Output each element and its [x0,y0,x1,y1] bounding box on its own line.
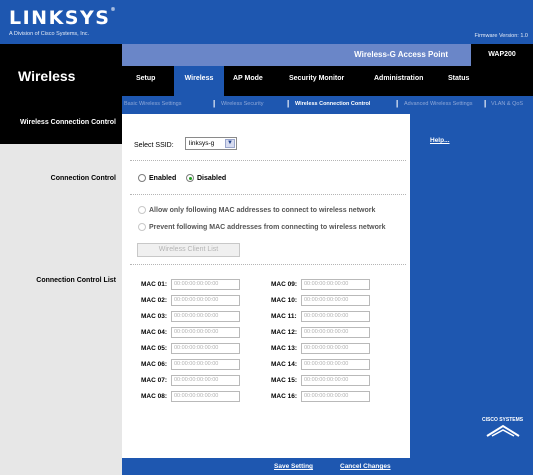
mac-label: MAC 01: [141,281,168,288]
cancel-button[interactable]: Cancel Changes [340,463,391,470]
connection-disabled-radio[interactable] [186,174,194,182]
connection-enabled-label: Enabled [149,175,177,182]
mac-label: MAC 10: [271,297,298,304]
mac-input[interactable]: 00:00:00:00:00:00 [301,391,370,402]
save-button[interactable]: Save Setting [274,463,313,470]
subtab-advanced-wireless[interactable]: Advanced Wireless Settings [404,101,472,107]
allow-mac-label: Allow only following MAC addresses to co… [149,207,376,214]
tab-wireless-label: Wireless [184,75,214,82]
firmware-version: Firmware Version: 1.0 [474,33,529,39]
divider [130,194,406,195]
mac-input[interactable]: 00:00:00:00:00:00 [301,375,370,386]
main-tabs: Setup Wireless AP Mode Security Monitor … [122,66,533,96]
mac-input[interactable]: 00:00:00:00:00:00 [171,391,240,402]
mac-input[interactable]: 00:00:00:00:00:00 [171,279,240,290]
connection-enabled-radio[interactable] [138,174,146,182]
ssid-label: Select SSID: [134,142,174,149]
model-number: WAP200 [471,44,533,66]
mac-input[interactable]: 00:00:00:00:00:00 [301,311,370,322]
subtab-separator: | [213,99,216,108]
tab-ap-mode[interactable]: AP Mode [233,75,263,82]
mac-input[interactable]: 00:00:00:00:00:00 [171,375,240,386]
divider [130,160,406,161]
wireless-client-list-button[interactable]: Wireless Client List [137,243,240,257]
page-heading: Wireless Connection Control [19,119,116,126]
connection-control-label: Connection Control [50,175,116,182]
mac-input[interactable]: 00:00:00:00:00:00 [301,327,370,338]
tab-wireless[interactable]: Wireless [174,66,224,96]
connection-control-list-label: Connection Control List [36,277,116,284]
logo-text: LINKSYS [9,7,111,29]
subtab-vlan-qos[interactable]: VLAN & QoS [491,101,523,107]
mac-input[interactable]: 00:00:00:00:00:00 [171,359,240,370]
mac-label: MAC 03: [141,313,168,320]
mac-label: MAC 05: [141,345,168,352]
section-title: Wireless [18,68,76,84]
allow-mac-radio[interactable] [138,206,146,214]
mac-input[interactable]: 00:00:00:00:00:00 [301,343,370,354]
chevron-down-icon[interactable]: ▼ [225,139,235,148]
mac-input[interactable]: 00:00:00:00:00:00 [171,295,240,306]
radio-selected-dot [189,177,192,180]
mac-label: MAC 07: [141,377,168,384]
mac-label: MAC 15: [271,377,298,384]
tab-administration[interactable]: Administration [374,75,423,82]
page-heading-box: Wireless Connection Control [0,114,122,144]
subtab-separator: | [287,99,290,108]
mac-input[interactable]: 00:00:00:00:00:00 [171,343,240,354]
mac-label: MAC 04: [141,329,168,336]
mac-label: MAC 06: [141,361,168,368]
subtab-wireless-security[interactable]: Wireless Security [221,101,263,107]
subtab-separator: | [484,99,487,108]
logo-subtitle: A Division of Cisco Systems, Inc. [9,31,90,37]
logo-trademark: ® [110,7,117,13]
top-header: LINKSYS® A Division of Cisco Systems, In… [0,0,533,44]
prevent-mac-label: Prevent following MAC addresses from con… [149,224,386,231]
product-name: Wireless-G Access Point [354,50,448,59]
mac-input[interactable]: 00:00:00:00:00:00 [301,279,370,290]
mac-label: MAC 08: [141,393,168,400]
subtab-basic-wireless[interactable]: Basic Wireless Settings [124,101,181,107]
product-bar: Wireless-G Access Point WAP200 [122,44,533,66]
mac-input[interactable]: 00:00:00:00:00:00 [301,359,370,370]
mac-label: MAC 12: [271,329,298,336]
mac-label: MAC 14: [271,361,298,368]
footer-bar [122,458,533,475]
help-link[interactable]: Help... [430,137,450,144]
prevent-mac-radio[interactable] [138,223,146,231]
tab-setup[interactable]: Setup [136,75,155,82]
subtab-separator: | [396,99,399,108]
ssid-select-value: linksys-g [189,140,215,147]
cisco-bridge-icon [486,424,520,437]
divider [130,264,406,265]
connection-disabled-label: Disabled [197,175,227,182]
mac-input[interactable]: 00:00:00:00:00:00 [171,327,240,338]
cisco-logo: CISCO SYSTEMS [482,417,523,439]
mac-label: MAC 02: [141,297,168,304]
mac-input[interactable]: 00:00:00:00:00:00 [171,311,240,322]
ssid-select[interactable]: linksys-g ▼ [185,137,237,150]
sub-tabs: Basic Wireless Settings | Wireless Secur… [122,96,533,114]
mac-label: MAC 16: [271,393,298,400]
tab-security-monitor[interactable]: Security Monitor [289,75,344,82]
left-label-column [0,114,122,458]
footer-left [0,458,122,475]
help-panel [410,114,533,458]
linksys-logo: LINKSYS® [9,7,117,29]
mac-label: MAC 11: [271,313,297,320]
tab-status[interactable]: Status [448,75,469,82]
mac-label: MAC 09: [271,281,298,288]
mac-label: MAC 13: [271,345,298,352]
mac-input[interactable]: 00:00:00:00:00:00 [301,295,370,306]
subtab-wireless-connection-control[interactable]: Wireless Connection Control [295,101,370,107]
